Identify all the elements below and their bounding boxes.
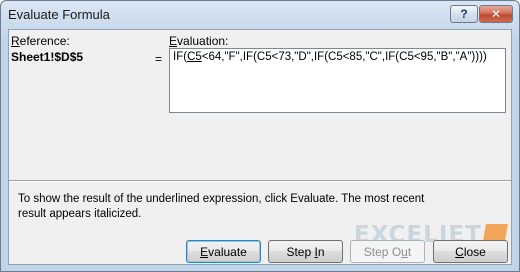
reference-value: Sheet1!$D$5 [11, 50, 84, 64]
help-icon: ? [460, 7, 468, 21]
title-bar[interactable]: Evaluate Formula ? ✕ [1, 1, 519, 29]
window-close-button[interactable]: ✕ [479, 5, 513, 23]
dialog-body: Reference: Sheet1!$D$5 = Evaluation: IF(… [8, 29, 512, 265]
separator [9, 180, 511, 182]
step-in-button[interactable]: Step In [268, 240, 343, 263]
reference-label: Reference: [11, 34, 70, 48]
evaluation-label-text: valuation: [177, 34, 229, 48]
step-in-button-label: Step In [286, 244, 325, 259]
dialog-title: Evaluate Formula [8, 7, 110, 22]
formula-prefix: IF( [173, 51, 188, 63]
evaluate-formula-dialog: Evaluate Formula ? ✕ Reference: Sheet1!$… [0, 0, 520, 272]
close-icon: ✕ [490, 7, 502, 21]
instructions-text: To show the result of the underlined exp… [18, 193, 425, 220]
close-button[interactable]: Close [433, 240, 508, 263]
evaluation-box[interactable]: IF(C5<64,"F",IF(C5<73,"D",IF(C5<85,"C",I… [169, 48, 506, 113]
equals-sign: = [155, 52, 163, 66]
evaluate-button-label: Evaluate [200, 244, 247, 259]
close-button-label: Close [455, 244, 486, 259]
help-button[interactable]: ? [450, 5, 478, 23]
step-out-button[interactable]: Step Out [350, 240, 425, 263]
formula-rest: <64,"F",IF(C5<73,"D",IF(C5<85,"C",IF(C5<… [201, 51, 487, 63]
step-out-button-label: Step Out [363, 244, 412, 259]
formula-underlined-expression: C5 [187, 51, 202, 63]
evaluate-button[interactable]: Evaluate [186, 240, 261, 263]
reference-label-text: eference: [19, 34, 70, 48]
evaluation-label: Evaluation: [169, 34, 229, 48]
